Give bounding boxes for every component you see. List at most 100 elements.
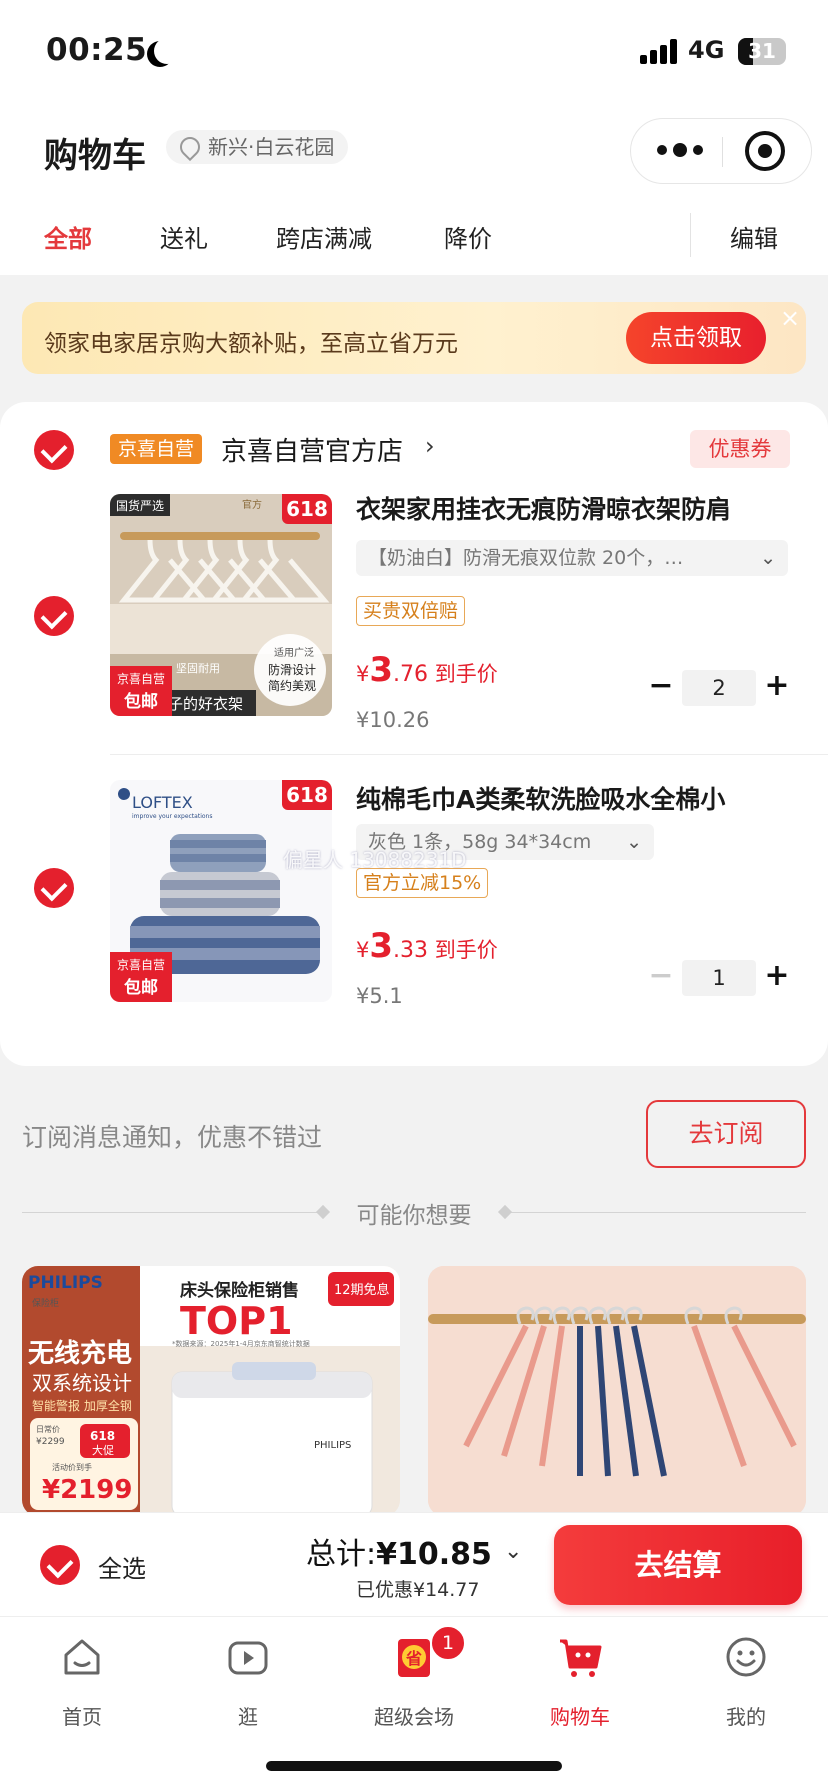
tab-cross-store[interactable]: 跨店满减	[276, 219, 372, 254]
location-pin-icon	[175, 132, 205, 162]
recommend-card-safe[interactable]: PHILIPS 保险柜 无线充电 双系统设计 智能警报 加厚全钢 日常价 ¥22…	[22, 1266, 400, 1516]
increase-button[interactable]: +	[762, 960, 792, 996]
decrease-button[interactable]: −	[646, 670, 676, 706]
tab-label: 购物车	[550, 1705, 610, 1729]
moon-icon	[154, 38, 180, 64]
brand-logo-text: PHILIPS	[28, 1273, 103, 1293]
notification-badge: 1	[430, 1625, 466, 1661]
quantity-value[interactable]: 2	[682, 670, 756, 706]
store-checkbox[interactable]	[34, 430, 74, 470]
location-text: 新兴·白云花园	[208, 135, 335, 159]
brand-logo-text: LOFTEX	[132, 793, 193, 812]
brand-sub-text: 保险柜	[32, 1297, 59, 1309]
store-tag: 京喜自营	[110, 434, 203, 464]
smiley-icon	[726, 1637, 766, 1677]
item-divider	[110, 754, 828, 755]
chevron-down-icon: ⌄	[626, 831, 642, 853]
increase-button[interactable]: +	[762, 670, 792, 706]
original-price: ¥10.26	[356, 708, 430, 732]
thumb-text: 子的好衣架	[168, 695, 243, 713]
price: ¥3.76 到手价	[356, 650, 498, 690]
recommend-divider: 可能你想要	[22, 1190, 806, 1234]
tab-gift[interactable]: 送礼	[160, 219, 208, 254]
tab-price-drop[interactable]: 降价	[444, 219, 492, 254]
tab-mine[interactable]: 我的	[686, 1631, 806, 1731]
promo-tag: 买贵双倍赔	[356, 596, 466, 626]
claim-button[interactable]: 点击领取	[626, 312, 766, 364]
promo-text: 智能警报 加厚全钢	[32, 1398, 132, 1413]
recommend-card-hanger[interactable]	[428, 1266, 806, 1516]
safe-note: *数据来源：2025年1-4月京东商智统计数据	[172, 1339, 310, 1348]
brand-sub-text: improve your expectations	[132, 813, 212, 820]
free-shipping-badge: 京喜自营 包邮	[110, 666, 172, 716]
sku-selector[interactable]: 【奶油白】防滑无痕双位款 20个，… ⌄	[356, 540, 788, 576]
recommend-label: 可能你想要	[356, 1203, 472, 1229]
home-indicator	[266, 1761, 562, 1771]
watermark: 偏星人 13088231D	[283, 848, 467, 872]
tab-home[interactable]: 首页	[22, 1631, 142, 1731]
checkout-button[interactable]: 去结算	[554, 1525, 802, 1605]
status-time: 00:25	[46, 32, 148, 68]
price: ¥3.33 到手价	[356, 926, 498, 966]
tab-all[interactable]: 全部	[44, 219, 92, 254]
cart-item: 国货严选 官方 适用广泛 防滑设计 简约美观 坚固耐用 子的好衣架 618 京喜…	[0, 490, 828, 830]
price-decimal: .33	[393, 938, 429, 963]
price-suffix: 到手价	[434, 662, 498, 686]
price-suffix: 到手价	[434, 938, 498, 962]
tab-label: 超级会场	[374, 1705, 454, 1729]
subscribe-button[interactable]: 去订阅	[646, 1100, 806, 1168]
close-icon[interactable]: ×	[772, 300, 808, 336]
banner-text: 领家电家居京购大额补贴，至高立省万元	[44, 331, 458, 357]
edit-button[interactable]: 编辑	[730, 219, 778, 254]
location-selector[interactable]: 新兴·白云花园	[166, 130, 349, 164]
tab-super-venue[interactable]: 省 1 超级会场	[354, 1625, 474, 1731]
header: 购物车 新兴·白云花园 全部 送礼 跨店满减 降价 编辑	[0, 100, 828, 275]
quantity-value[interactable]: 1	[682, 960, 756, 996]
total-value: ¥10.85	[376, 1537, 492, 1572]
more-icon[interactable]	[655, 141, 715, 163]
free-shipping-badge: 京喜自营 包邮	[110, 952, 172, 1002]
tab-cart[interactable]: 购物车	[520, 1631, 640, 1731]
product-image-hanger[interactable]: 国货严选 官方 适用广泛 防滑设计 简约美观 坚固耐用 子的好衣架 618 京喜…	[110, 494, 332, 716]
chevron-down-icon[interactable]: ⌄	[504, 1539, 522, 1564]
product-image-towel[interactable]: LOFTEX improve your expectations 618 京喜自…	[110, 780, 332, 1002]
subscribe-text: 订阅消息通知，优惠不错过	[22, 1123, 323, 1152]
product-title[interactable]: 纯棉毛巾A类柔软洗脸吸水全棉小	[356, 780, 806, 816]
item-checkbox[interactable]	[34, 596, 74, 636]
promo-big: 大促	[92, 1443, 114, 1457]
select-all-checkbox[interactable]	[40, 1545, 80, 1585]
chevron-right-icon[interactable]: ›	[425, 432, 435, 460]
promo-headline: 无线充电	[28, 1338, 132, 1369]
select-all-label[interactable]: 全选	[98, 1549, 146, 1584]
day-price: ¥2299	[36, 1437, 65, 1447]
coupon-button[interactable]: 优惠券	[690, 430, 790, 468]
video-play-icon	[228, 1641, 268, 1675]
network-type: 4G	[688, 36, 725, 64]
miniapp-capsule	[630, 118, 812, 184]
close-miniapp-icon[interactable]	[745, 131, 785, 171]
price-label: 日常价	[36, 1425, 60, 1434]
battery-level: 31	[748, 39, 776, 63]
status-bar: 00:25 4G 31	[0, 0, 828, 100]
price-integer: 3	[369, 650, 394, 690]
icon-text: 省	[405, 1649, 422, 1668]
interest-free-tag: 12期免息	[334, 1282, 390, 1298]
thumb-text: 适用广泛	[274, 647, 314, 659]
quantity-stepper: − 2 +	[640, 670, 790, 706]
chevron-down-icon: ⌄	[760, 547, 776, 569]
filter-tabs: 全部 送礼 跨店满减 降价 编辑	[0, 205, 828, 275]
thumb-text: 国货严选	[116, 498, 164, 513]
tab-explore[interactable]: 逛	[188, 1631, 308, 1731]
store-name[interactable]: 京喜自营官方店	[221, 431, 403, 468]
badge-main-text: 包邮	[124, 692, 158, 712]
decrease-button[interactable]: −	[646, 960, 676, 996]
thumb-text: 防滑设计	[268, 662, 316, 677]
product-title[interactable]: 衣架家用挂衣无痕防滑晾衣架防肩	[356, 490, 806, 526]
badge-top-text: 京喜自营	[116, 958, 165, 972]
promo-618: 618	[90, 1429, 115, 1443]
quantity-stepper: − 1 +	[640, 960, 790, 996]
item-checkbox[interactable]	[34, 868, 74, 908]
cart-item: LOFTEX improve your expectations 618 京喜自…	[0, 780, 828, 1050]
promo-text: 双系统设计	[32, 1371, 132, 1395]
badge-main-text: 包邮	[124, 978, 158, 998]
